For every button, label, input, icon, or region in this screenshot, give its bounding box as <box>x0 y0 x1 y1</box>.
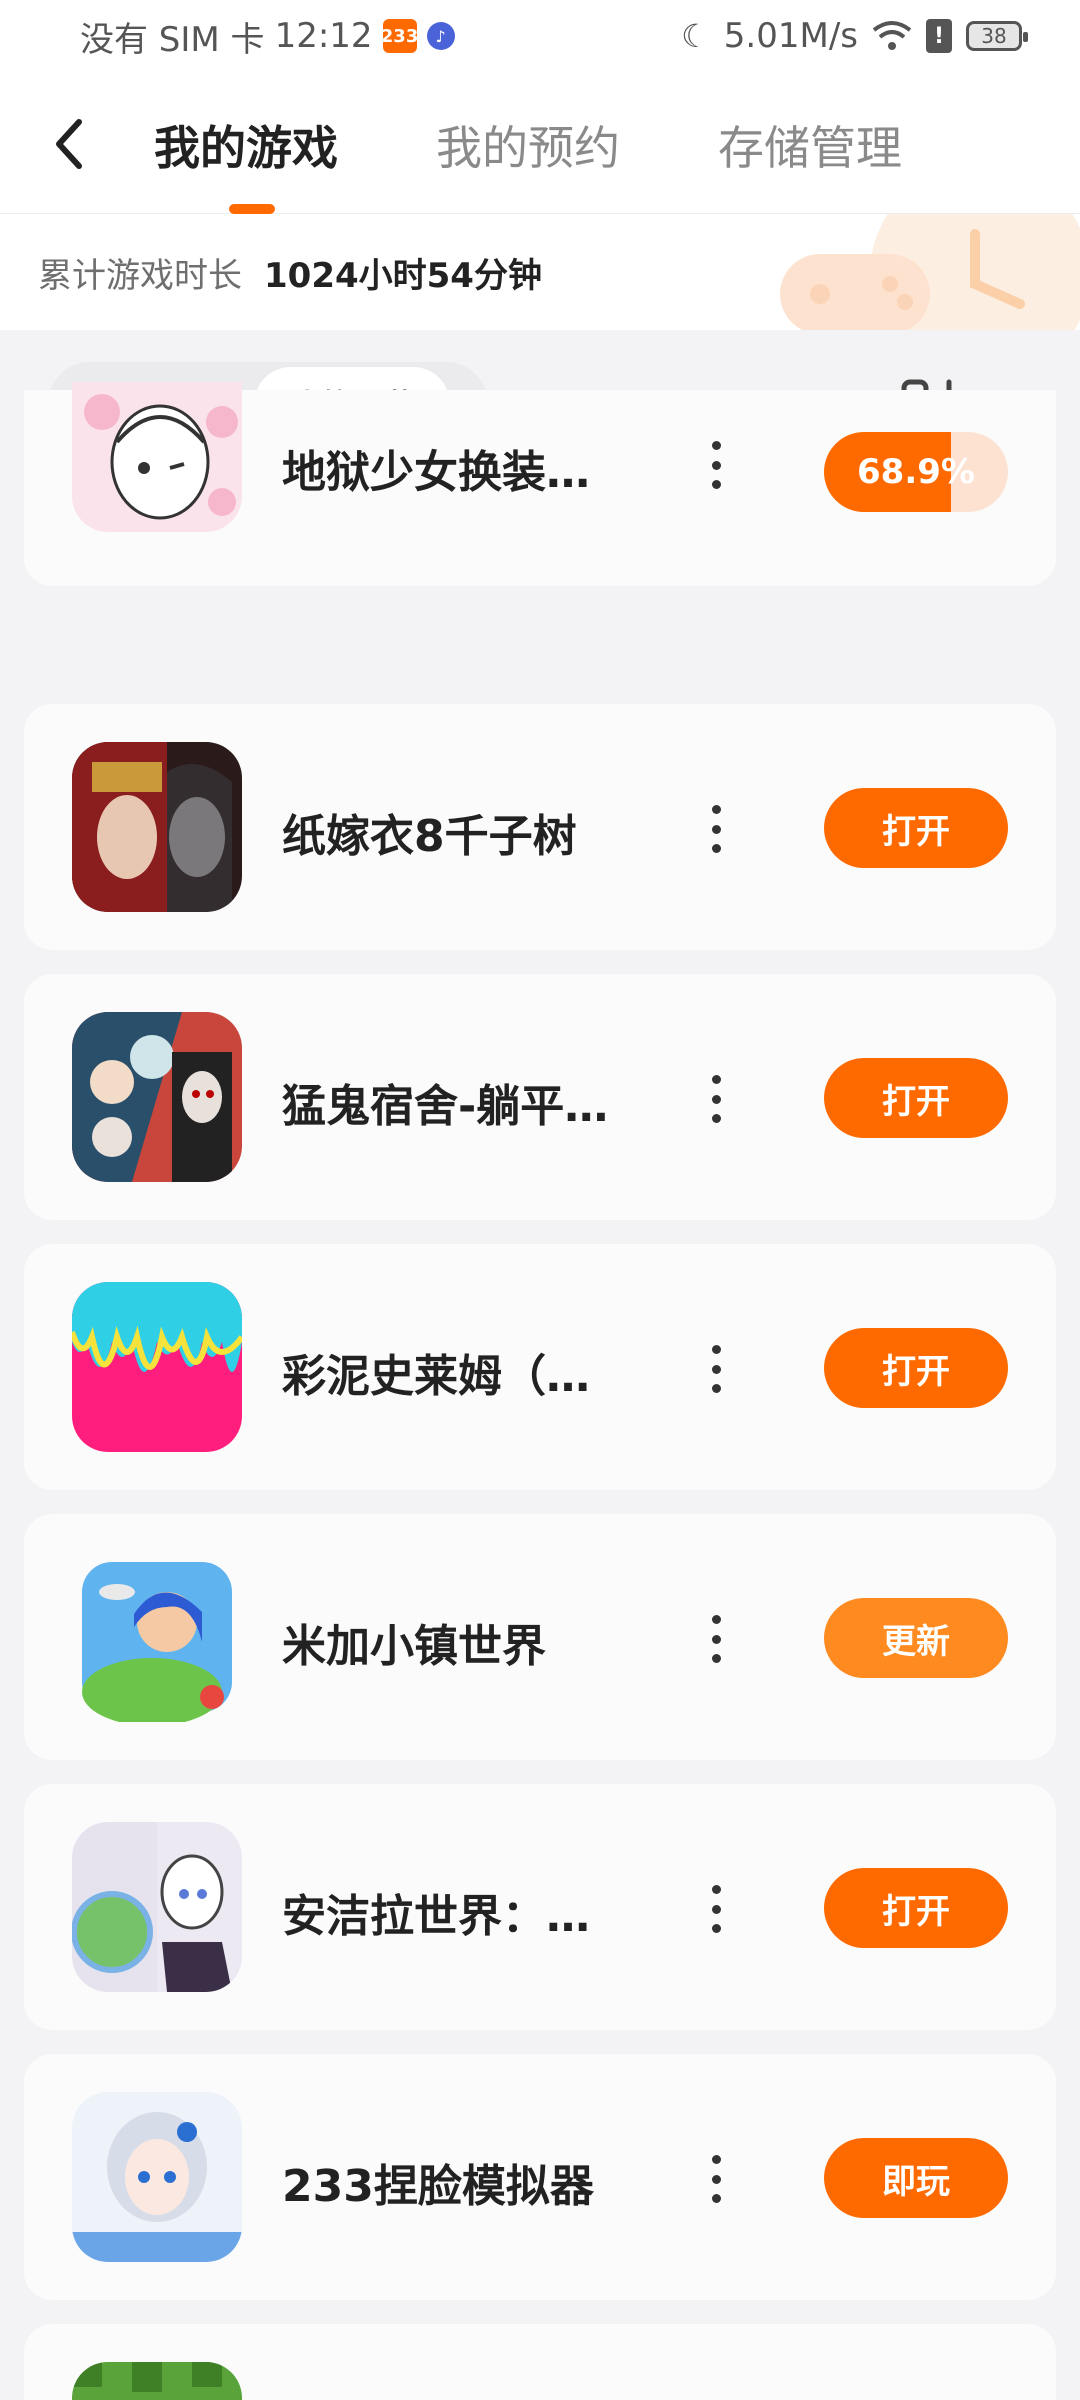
game-name: 猛鬼宿舍-躺平… <box>282 1081 609 1132</box>
status-bar: 没有 SIM 卡 12:12 233 ♪ ☾ 5.01M/s ! 38 <box>0 0 1080 72</box>
list-item[interactable]: 安洁拉世界：… 打开 <box>24 1784 1056 2030</box>
game-name: 安洁拉世界：… <box>282 1891 590 1942</box>
open-button[interactable]: 打开 <box>824 1328 1008 1408</box>
list-item[interactable]: 彩泥史莱姆（… 打开 <box>24 1244 1056 1490</box>
list-item[interactable] <box>24 2324 1056 2400</box>
tab-storage[interactable]: 存储管理 <box>718 112 902 178</box>
game-icon <box>72 2092 242 2262</box>
game-name: 地狱少女换装… <box>282 447 590 498</box>
list-item[interactable]: 纸嫁衣8千子树 打开 <box>24 704 1056 950</box>
game-icon <box>72 2362 242 2400</box>
game-icon <box>72 1552 242 1722</box>
game-name: 米加小镇世界 <box>282 1621 546 1672</box>
more-icon[interactable] <box>696 1879 736 1939</box>
update-button[interactable]: 更新 <box>824 1598 1008 1678</box>
top-nav: 我的游戏 我的预约 存储管理 <box>0 72 1080 214</box>
game-icon <box>72 1822 242 1992</box>
net-speed: 5.01M/s <box>723 16 858 56</box>
game-name: 彩泥史莱姆（… <box>282 1351 590 1402</box>
list-item[interactable]: 233捏脸模拟器 即玩 <box>24 2054 1056 2300</box>
open-button[interactable]: 打开 <box>824 1058 1008 1138</box>
more-icon[interactable] <box>696 435 736 495</box>
game-name: 纸嫁衣8千子树 <box>282 811 577 862</box>
open-button[interactable]: 打开 <box>824 1868 1008 1948</box>
clock: 12:12 <box>274 16 373 56</box>
game-icon <box>72 1012 242 1182</box>
status-left: 没有 SIM 卡 12:12 233 ♪ <box>80 12 455 61</box>
chevron-left-icon <box>56 119 82 169</box>
app-badge-icon: 233 <box>381 19 418 53</box>
carrier-text: 没有 SIM 卡 <box>80 19 265 60</box>
more-icon[interactable] <box>696 799 736 859</box>
more-icon[interactable] <box>696 1609 736 1669</box>
download-progress-text: 68.9% <box>857 452 975 492</box>
game-icon <box>72 1282 242 1452</box>
alert-icon: ! <box>926 19 952 53</box>
status-right: ☾ 5.01M/s ! 38 <box>681 16 1028 56</box>
game-name: 233捏脸模拟器 <box>282 2161 594 2212</box>
open-button[interactable]: 打开 <box>824 788 1008 868</box>
game-icon <box>72 382 242 532</box>
music-icon: ♪ <box>426 22 455 50</box>
wifi-icon <box>872 21 912 50</box>
battery-icon: 38 <box>966 21 1028 51</box>
back-button[interactable] <box>46 116 90 172</box>
list-item[interactable]: 地狱少女换装… 68.9% <box>24 382 1056 586</box>
tab-my-reservations[interactable]: 我的预约 <box>436 112 620 178</box>
play-time-summary: 累计游戏时长 1024小时54分钟 <box>0 214 1080 330</box>
tab-my-games[interactable]: 我的游戏 <box>154 112 338 178</box>
list-item[interactable]: 猛鬼宿舍-躺平… 打开 <box>24 974 1056 1220</box>
game-icon <box>72 742 242 912</box>
play-time-value: 1024小时54分钟 <box>264 255 542 296</box>
active-tab-indicator <box>229 204 275 214</box>
play-time-label: 累计游戏时长 <box>38 255 242 296</box>
download-progress[interactable]: 68.9% <box>824 432 1008 512</box>
more-icon[interactable] <box>696 1069 736 1129</box>
more-icon[interactable] <box>696 2149 736 2209</box>
play-now-button[interactable]: 即玩 <box>824 2138 1008 2218</box>
more-icon[interactable] <box>696 1339 736 1399</box>
moon-icon: ☾ <box>681 17 710 55</box>
gamepad-clock-icon <box>780 214 1080 330</box>
list-item[interactable]: 米加小镇世界 更新 <box>24 1514 1056 1760</box>
